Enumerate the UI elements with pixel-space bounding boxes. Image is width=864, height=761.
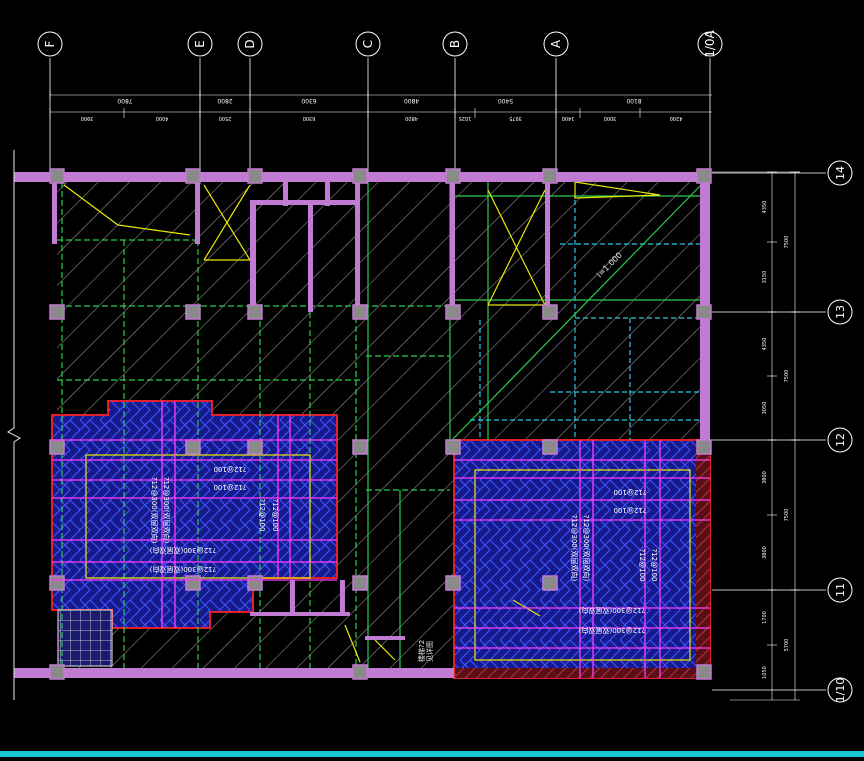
column-2 xyxy=(247,168,263,184)
column-3 xyxy=(352,168,368,184)
axis-label-right-3: 11 xyxy=(834,583,847,597)
status-bar xyxy=(0,751,864,757)
axis-label-top-5: A xyxy=(549,39,563,48)
axis-label-top-1: E xyxy=(193,40,207,48)
dim-top-detail-5: 1025 xyxy=(459,115,472,121)
dim-right-detail-3: 3050 xyxy=(762,402,768,415)
dim-top-detail-2: 2500 xyxy=(219,115,232,121)
cad-viewport[interactable]: F E D C B A 1/0A 14 13 12 11 1/10 7800 2800 6300 4800 54… xyxy=(0,0,864,757)
notes-right-note-4: ?12@100 xyxy=(638,549,646,582)
notes-right-note-2: ?12@300(双层双向) xyxy=(570,515,579,582)
axis-label-right-1: 13 xyxy=(834,305,847,319)
column-8 xyxy=(185,304,201,320)
axis-label-top-3: C xyxy=(361,40,375,48)
notes-left-note-0: ?12@100 xyxy=(214,465,247,473)
dim-top-detail-4: 4800 xyxy=(405,115,418,121)
dim-top-overall-0: 7800 xyxy=(117,97,132,104)
dim-top-detail-8: 3000 xyxy=(604,115,617,121)
dim-right-detail-1: 3150 xyxy=(762,271,768,284)
axis-label-top-2: D xyxy=(243,39,257,48)
column-22 xyxy=(185,575,201,591)
dim-top-detail-7: 1400 xyxy=(562,115,575,121)
notes-right-note-6: ?12@300(双层双向) xyxy=(579,606,646,615)
notes-right-note-7: ?12@300(双层双向) xyxy=(579,626,646,635)
column-26 xyxy=(542,575,558,591)
dim-top-detail-6: 3975 xyxy=(509,115,522,121)
column-13 xyxy=(696,304,712,320)
column-17 xyxy=(352,439,368,455)
notes-left-note-3: ?12@300(双层双向) xyxy=(162,477,171,544)
dim-right-detail-6: 1700 xyxy=(762,611,768,624)
dim-right-overall-1: 7500 xyxy=(784,370,790,383)
column-5 xyxy=(542,168,558,184)
column-16 xyxy=(247,439,263,455)
axis-label-right-2: 12 xyxy=(834,433,847,447)
dim-right-overall-3: 5700 xyxy=(784,639,790,652)
notes-right-note-3: ?12@300(双层双向) xyxy=(582,515,591,582)
dim-right-overall-0: 7500 xyxy=(784,236,790,249)
dim-top-detail-0: 3900 xyxy=(81,115,94,121)
column-15 xyxy=(185,439,201,455)
column-12 xyxy=(542,304,558,320)
column-7 xyxy=(49,304,65,320)
notes-left-note-6: ?12@300(双层双向) xyxy=(150,546,217,555)
stair-note-b: 见详图 xyxy=(425,641,434,662)
dim-top-overall-1: 2800 xyxy=(217,97,232,104)
notes-right-note-5: ?12@100 xyxy=(650,549,658,582)
column-28 xyxy=(352,664,368,680)
dim-top-overall-2: 6300 xyxy=(301,97,316,104)
notes-right-note-1: ?12@100 xyxy=(614,506,647,514)
column-20 xyxy=(696,439,712,455)
column-25 xyxy=(445,575,461,591)
column-24 xyxy=(352,575,368,591)
axis-label-right-4: 1/10 xyxy=(834,678,847,703)
dim-right-detail-5: 3800 xyxy=(762,546,768,559)
stair-notes: 楼梯?2 见详图 xyxy=(417,640,434,662)
column-4 xyxy=(445,168,461,184)
notes-left-note-7: ?12@300(双层双向) xyxy=(150,565,217,574)
notes-left-note-2: ?12@300(双层双向) xyxy=(150,477,159,544)
dim-right-detail-7: 1050 xyxy=(762,666,768,679)
notes-left-note-4: ?12@100 xyxy=(258,499,266,532)
column-6 xyxy=(696,168,712,184)
dim-right-detail-0: 4350 xyxy=(762,201,768,214)
column-10 xyxy=(352,304,368,320)
column-23 xyxy=(247,575,263,591)
column-14 xyxy=(49,439,65,455)
column-18 xyxy=(445,439,461,455)
notes-left-note-1: ?12@100 xyxy=(214,483,247,491)
structural-plan-drawing: F E D C B A 1/0A 14 13 12 11 1/10 7800 2800 6300 4800 54… xyxy=(7,29,853,703)
notes-left-note-5: ?12@100 xyxy=(271,499,279,532)
column-9 xyxy=(247,304,263,320)
dim-top-detail-3: 6300 xyxy=(303,115,316,121)
notes-right-note-0: ?12@100 xyxy=(614,488,647,496)
dim-right-overall-2: 7500 xyxy=(784,509,790,522)
dim-right-detail-4: 3800 xyxy=(762,471,768,484)
column-0 xyxy=(49,168,65,184)
dim-top-overall-5: 8100 xyxy=(626,97,641,104)
column-21 xyxy=(49,575,65,591)
column-27 xyxy=(49,664,65,680)
stair-note-a: 楼梯?2 xyxy=(417,640,426,662)
dim-right-detail-2: 4350 xyxy=(762,338,768,351)
column-29 xyxy=(696,664,712,680)
axis-label-top-4: B xyxy=(448,40,462,48)
dim-top-overall-4: 5400 xyxy=(498,97,513,104)
dim-top-overall-3: 4800 xyxy=(404,97,419,104)
slab-zone-right xyxy=(453,439,711,679)
column-1 xyxy=(185,168,201,184)
column-11 xyxy=(445,304,461,320)
axis-label-top-0: F xyxy=(43,40,57,47)
axis-label-right-0: 14 xyxy=(834,166,847,180)
axis-label-top-6: 1/0A xyxy=(703,29,717,57)
column-19 xyxy=(542,439,558,455)
dim-top-detail-9: 4200 xyxy=(670,115,683,121)
break-line xyxy=(7,150,21,700)
dim-top-detail-1: 4000 xyxy=(156,115,169,121)
